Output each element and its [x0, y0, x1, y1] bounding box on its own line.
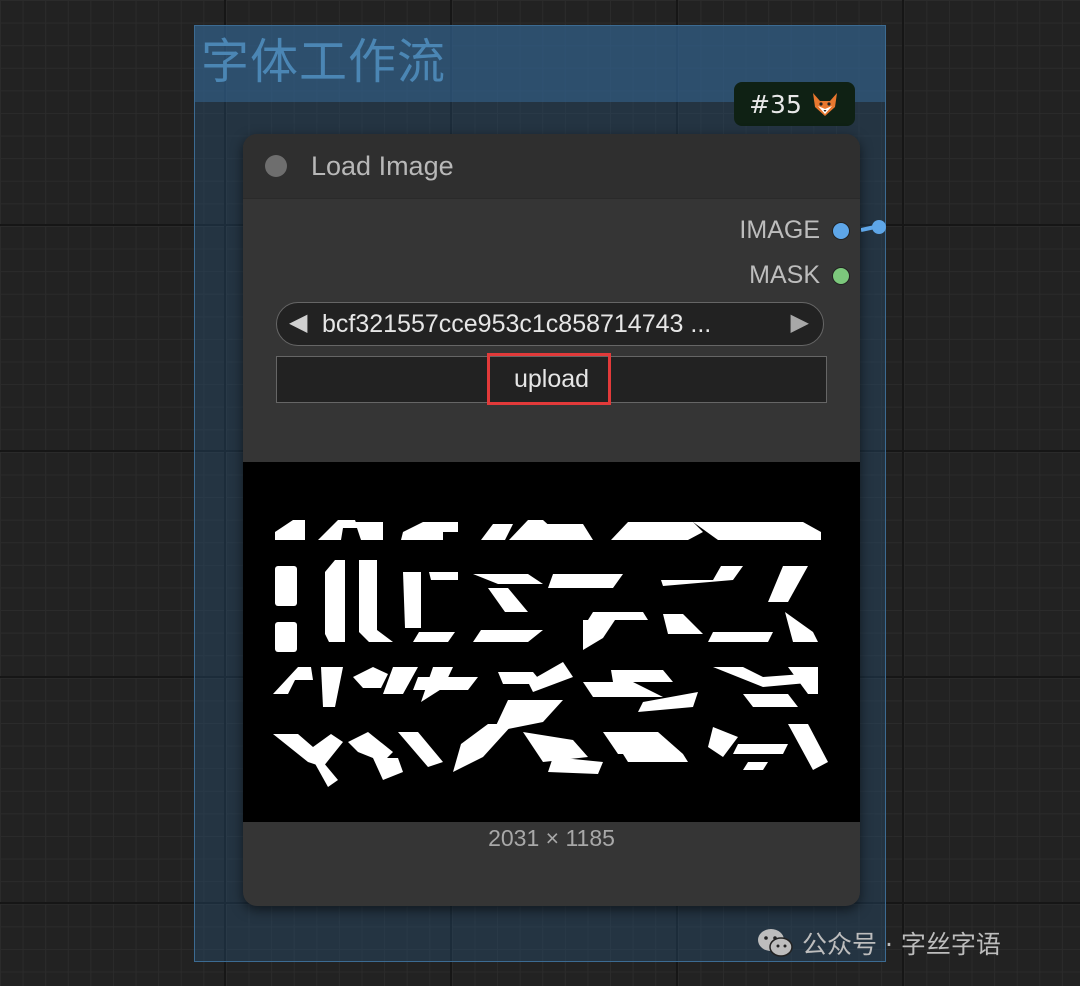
output-mask-socket[interactable] [832, 266, 850, 285]
node-id-label: #35 [749, 89, 802, 119]
prev-arrow-icon[interactable]: ◀ [289, 308, 307, 337]
output-image[interactable]: IMAGE [739, 216, 850, 245]
output-mask-label: MASK [749, 261, 820, 289]
output-image-label: IMAGE [739, 216, 820, 244]
node-header[interactable]: Load Image [243, 134, 860, 199]
image-dimensions: 2031 × 1185 [488, 825, 615, 851]
image-select-value: bcf321557cce953c1c858714743 ... [322, 310, 712, 338]
load-image-node[interactable]: Load Image IMAGE MASK ◀ bcf321557cce953c… [243, 134, 860, 906]
image-link-connection [861, 220, 886, 234]
next-arrow-icon[interactable]: ▶ [791, 308, 809, 337]
watermark: 公众号 · 字丝字语 [756, 925, 1001, 961]
output-image-socket[interactable] [832, 221, 850, 240]
upload-button[interactable]: upload [276, 356, 827, 403]
image-preview [243, 462, 860, 822]
group-title: 字体工作流 [201, 34, 447, 90]
wechat-icon [758, 929, 793, 957]
fox-icon [812, 93, 837, 116]
node-id-badge: #35 [734, 82, 855, 126]
image-select-combo[interactable]: ◀ bcf321557cce953c1c858714743 ... ▶ [276, 302, 824, 346]
watermark-text: 公众号 · 字丝字语 [802, 930, 1001, 959]
node-title: Load Image [311, 151, 454, 181]
output-mask[interactable]: MASK [749, 261, 850, 290]
collapse-dot-icon[interactable] [265, 155, 287, 177]
